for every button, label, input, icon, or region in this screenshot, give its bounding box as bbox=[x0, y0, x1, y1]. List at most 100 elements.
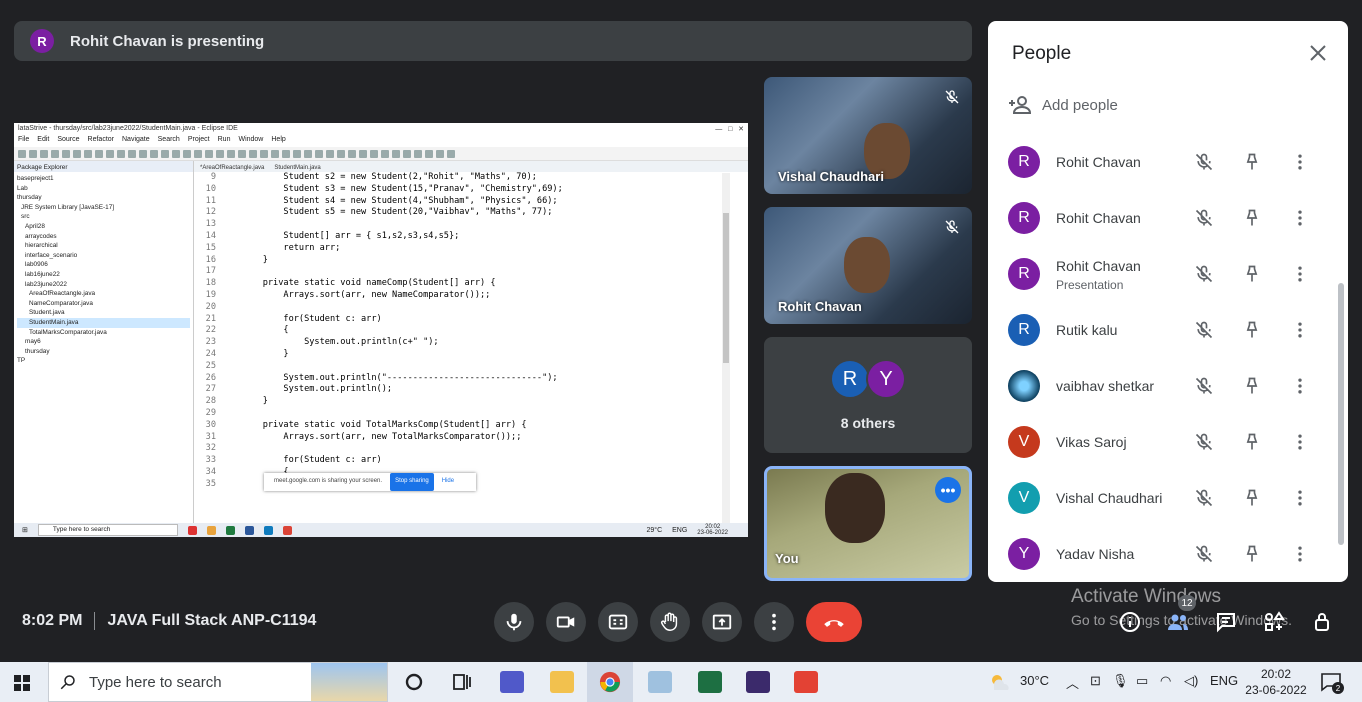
code-line: 27 System.out.println(); bbox=[198, 384, 748, 396]
host-controls-icon[interactable] bbox=[1310, 610, 1334, 634]
pin-icon[interactable] bbox=[1242, 208, 1262, 228]
participant-row[interactable]: R Rutik kalu bbox=[1008, 302, 1338, 358]
taskbar-search-box[interactable]: Type here to search bbox=[48, 662, 388, 702]
participant-row[interactable]: V Vikas Saroj bbox=[1008, 414, 1338, 470]
self-tile[interactable]: ••• You bbox=[764, 466, 972, 581]
panel-scrollbar[interactable] bbox=[1338, 283, 1344, 545]
more-vert-icon[interactable] bbox=[1290, 376, 1310, 396]
package-list: basepreject1 Lab thursday JRE System Librar… bbox=[17, 174, 190, 366]
more-vert-icon[interactable] bbox=[1290, 432, 1310, 452]
anydesk-icon[interactable] bbox=[794, 671, 818, 693]
chat-icon[interactable] bbox=[1214, 610, 1238, 634]
shared-lang: ENG bbox=[672, 526, 688, 534]
mic-off-icon bbox=[945, 220, 959, 234]
code-text: Student s3 = new Student(15,"Pranav", "C… bbox=[242, 183, 563, 194]
ide-menu-item: File bbox=[18, 136, 30, 143]
mic-off-icon bbox=[1195, 377, 1213, 395]
close-icon[interactable] bbox=[1306, 41, 1330, 65]
pin-icon[interactable] bbox=[1242, 432, 1262, 452]
code-text: private static void TotalMarksComp(Stude… bbox=[242, 419, 527, 430]
line-number: 13 bbox=[205, 219, 216, 230]
people-icon[interactable] bbox=[1166, 610, 1190, 634]
participant-tile-rohit[interactable]: Rohit Chavan bbox=[764, 207, 972, 324]
more-vert-icon[interactable] bbox=[1290, 208, 1310, 228]
ide-menu-item: Refactor bbox=[87, 136, 114, 143]
pin-icon[interactable] bbox=[1242, 544, 1262, 564]
more-options-button[interactable]: ••• bbox=[935, 477, 961, 503]
notifications-button[interactable]: 2 bbox=[1320, 672, 1344, 694]
participant-row[interactable]: R Rohit Chavan bbox=[1008, 190, 1338, 246]
pin-icon[interactable] bbox=[1242, 376, 1262, 396]
app-icon[interactable] bbox=[648, 671, 672, 693]
participant-name: Rutik kalu bbox=[1056, 322, 1118, 338]
end-call-button[interactable] bbox=[806, 602, 862, 642]
editor-tabs: *AreaOfReactangle.java StudentMain.java bbox=[194, 161, 748, 172]
package-explorer: Package Explorer basepreject1 Lab thursday… bbox=[14, 161, 194, 523]
more-options-meeting-button[interactable] bbox=[754, 602, 794, 642]
code-text: Arrays.sort(arr, new NameComparator());; bbox=[242, 289, 491, 300]
captions-button[interactable] bbox=[598, 602, 638, 642]
ide-menu-item: Navigate bbox=[122, 136, 150, 143]
ide-toolbar-icon bbox=[18, 149, 26, 158]
package-item: thursday bbox=[17, 194, 42, 202]
more-vert-icon[interactable] bbox=[1290, 488, 1310, 508]
more-vert-icon[interactable] bbox=[1290, 544, 1310, 564]
participant-row[interactable]: R Rohit Chavan bbox=[1008, 134, 1338, 190]
network-icon[interactable]: ⊡ bbox=[1090, 673, 1101, 689]
wifi-icon[interactable]: ◠ bbox=[1160, 673, 1171, 689]
self-name: You bbox=[775, 551, 799, 566]
file-explorer-icon[interactable] bbox=[550, 671, 574, 693]
ide-menu-item: Help bbox=[271, 136, 286, 143]
pin-icon[interactable] bbox=[1242, 488, 1262, 508]
code-editor: *AreaOfReactangle.java StudentMain.java 9… bbox=[194, 161, 748, 523]
more-vert-icon[interactable] bbox=[1290, 152, 1310, 172]
info-icon[interactable] bbox=[1118, 610, 1142, 634]
participant-row[interactable]: Y Yadav Nisha bbox=[1008, 526, 1338, 582]
pin-icon[interactable] bbox=[1242, 264, 1262, 284]
code-line: 33 for(Student c: arr) bbox=[198, 455, 748, 467]
task-view-icon[interactable] bbox=[450, 671, 474, 693]
raise-hand-button[interactable] bbox=[650, 602, 690, 642]
more-vert-icon[interactable] bbox=[1290, 264, 1310, 284]
add-people-button[interactable]: Add people bbox=[1008, 93, 1118, 117]
windows-start-icon[interactable] bbox=[14, 675, 30, 691]
battery-icon[interactable]: ▭ bbox=[1136, 673, 1148, 689]
package-item: Student.java bbox=[29, 309, 65, 317]
volume-icon[interactable]: ◁) bbox=[1184, 673, 1198, 689]
chrome-icon[interactable] bbox=[598, 671, 622, 693]
excel-icon[interactable] bbox=[698, 671, 722, 693]
participant-name: Yadav Nisha bbox=[1056, 546, 1135, 562]
present-button[interactable] bbox=[702, 602, 742, 642]
others-tile[interactable]: R Y 8 others bbox=[764, 337, 972, 453]
notification-count: 2 bbox=[1332, 682, 1344, 694]
participant-row[interactable]: vaibhav shetkar bbox=[1008, 358, 1338, 414]
taskbar-language[interactable]: ENG bbox=[1210, 673, 1238, 688]
activities-icon[interactable] bbox=[1262, 610, 1286, 634]
participant-row[interactable]: R Rohit Chavan Presentation bbox=[1008, 246, 1338, 302]
code-line: 11 Student s4 = new Student(4,"Shubham",… bbox=[198, 196, 748, 208]
camera-button[interactable] bbox=[546, 602, 586, 642]
ide-toolbar-icon bbox=[337, 149, 345, 158]
pin-icon[interactable] bbox=[1242, 152, 1262, 172]
mic-button[interactable] bbox=[494, 602, 534, 642]
mic-tray-icon[interactable]: 🎙 bbox=[1112, 673, 1129, 689]
teams-icon[interactable] bbox=[500, 671, 524, 693]
chevron-up-icon[interactable]: ︿ bbox=[1066, 673, 1079, 692]
mic-off-icon bbox=[1195, 433, 1213, 451]
participant-row[interactable]: V Vishal Chaudhari bbox=[1008, 470, 1338, 526]
eclipse-icon[interactable] bbox=[746, 671, 770, 693]
participant-avatar: R bbox=[1008, 258, 1040, 290]
ide-menu-bar: File Edit Source Refactor Navigate Search Proj… bbox=[14, 135, 748, 147]
participant-avatar: Y bbox=[1008, 538, 1040, 570]
line-number: 17 bbox=[205, 266, 216, 277]
pin-icon[interactable] bbox=[1242, 320, 1262, 340]
shared-clock: 20:02 23-06-2022 bbox=[697, 524, 728, 536]
cortana-icon[interactable] bbox=[402, 671, 426, 693]
participant-tile-vishal[interactable]: Vishal Chaudhari bbox=[764, 77, 972, 194]
add-person-icon bbox=[1009, 96, 1032, 114]
code-line: 20 bbox=[198, 302, 748, 314]
shared-screen[interactable]: lataStrive - thursday/src/lab23june2022/… bbox=[14, 123, 748, 537]
taskbar-clock[interactable]: 20:02 23-06-2022 bbox=[1244, 666, 1308, 698]
shared-taskbar: ⊞ Type here to search 29°C ENG 20:02 23-… bbox=[14, 523, 748, 537]
more-vert-icon[interactable] bbox=[1290, 320, 1310, 340]
